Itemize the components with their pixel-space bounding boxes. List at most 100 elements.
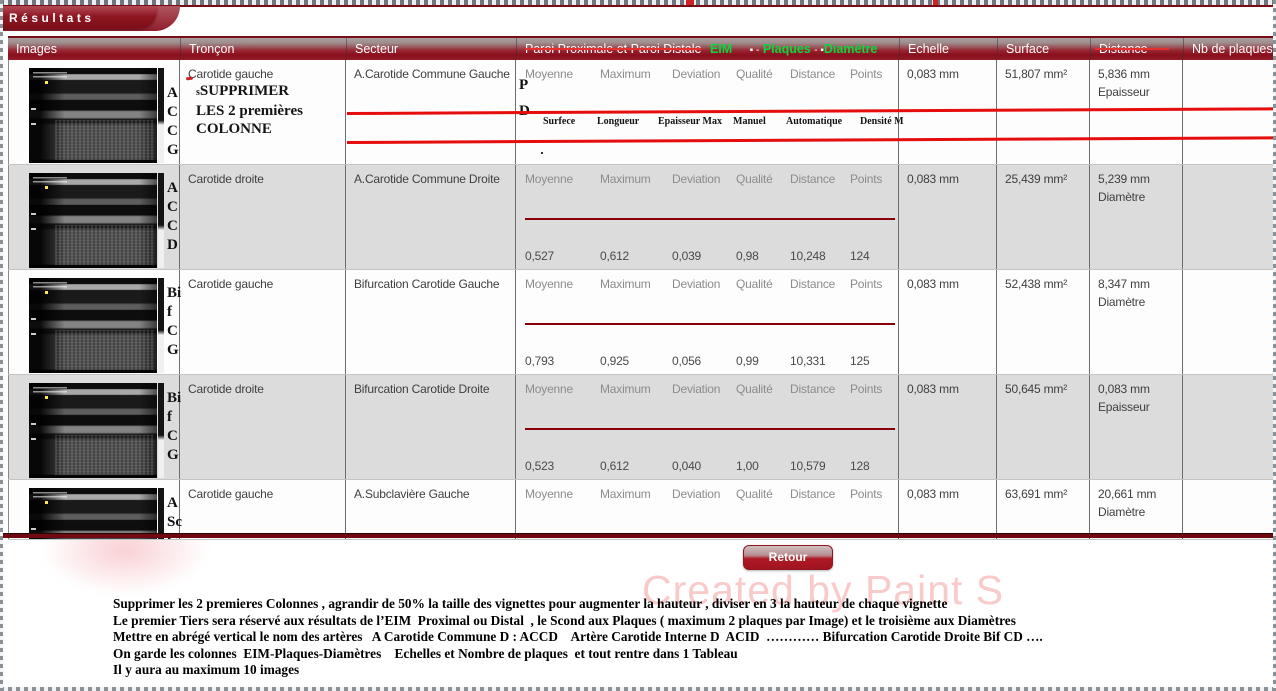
surface-cell: 63,691 mm² bbox=[997, 480, 1090, 539]
ultrasound-image[interactable] bbox=[29, 173, 157, 268]
thumbnail-scale-bar bbox=[158, 383, 164, 478]
distance-type: Diamètre bbox=[1098, 190, 1145, 204]
col-header-paroi: Paroi Proximale et Paroi Distale EIM ▪ -… bbox=[516, 38, 899, 60]
distance-value: 8,347 mm bbox=[1098, 277, 1150, 291]
nb-plaques-cell bbox=[1183, 165, 1274, 269]
secteur-value: A.Subclavière Gauche bbox=[354, 487, 469, 501]
measure-underline bbox=[525, 218, 895, 220]
surface-cell: 25,439 mm² bbox=[997, 165, 1090, 269]
surface-value: 52,438 mm² bbox=[1005, 277, 1067, 291]
note-line: Supprimer les 2 premieres Colonnes , agr… bbox=[113, 596, 1253, 613]
nb-plaques-cell bbox=[1183, 480, 1274, 539]
troncon-cell: Carotide gauche bbox=[180, 270, 346, 374]
nb-plaques-cell bbox=[1183, 60, 1274, 164]
plaque-subheader: Epaisseur Max bbox=[658, 116, 722, 127]
eim-measure-values: 0,5270,6120,0390,9810,248124 bbox=[516, 249, 899, 263]
thumbnail-marker-dot bbox=[45, 291, 48, 294]
retour-button[interactable]: Retour bbox=[743, 545, 833, 570]
troncon-cell: Carotide droite bbox=[180, 165, 346, 269]
secteur-cell: A.Carotide Commune Droite bbox=[346, 165, 516, 269]
thumbnail-tick bbox=[31, 333, 36, 335]
canvas-dashed-border-bottom bbox=[0, 687, 1276, 691]
distance-cell: 20,661 mmDiamètre bbox=[1090, 480, 1183, 539]
paint-canvas: { "colors": { "accent_maroon": "#8e1722"… bbox=[0, 0, 1276, 691]
thumbnail-tick bbox=[31, 438, 36, 440]
eim-measure-headers: MoyenneMaximumDeviationQualitéDistancePo… bbox=[516, 67, 899, 81]
supprimer-annotation: sSUPPRIMER LES 2 premières COLONNE bbox=[196, 82, 303, 138]
echelle-value: 0,083 mm bbox=[907, 277, 959, 291]
distance-strikethrough bbox=[1095, 48, 1169, 50]
thumbnail-tick bbox=[31, 123, 36, 125]
distance-type: Epaisseur bbox=[1098, 400, 1150, 414]
secteur-cell: Bifurcation Carotide Gauche bbox=[346, 270, 516, 374]
plaque-subheader: Surfece bbox=[543, 116, 575, 127]
images-cell: BifCG bbox=[8, 375, 180, 479]
separator-glyph: - ▪ bbox=[814, 45, 824, 56]
echelle-value: 0,083 mm bbox=[907, 487, 959, 501]
troncon-value: Carotide gauche bbox=[188, 277, 273, 291]
plaque-subheader: Automatique bbox=[786, 116, 842, 127]
paroi-p-d-letters: PD bbox=[519, 72, 530, 124]
thumbnail-overlay-text bbox=[33, 282, 67, 289]
diametre-label: Diamètre bbox=[824, 42, 878, 56]
images-cell: ACCD bbox=[8, 165, 180, 269]
surface-value: 51,807 mm² bbox=[1005, 67, 1067, 81]
table-row: AScG Carotide gauche A.Subclavière Gauch… bbox=[8, 480, 1274, 540]
red-paint-mark bbox=[933, 0, 938, 5]
secteur-value: A.Carotide Commune Droite bbox=[354, 172, 500, 186]
ultrasound-image[interactable] bbox=[29, 383, 157, 478]
stray-dot bbox=[541, 152, 543, 154]
surface-cell: 50,645 mm² bbox=[997, 375, 1090, 479]
nb-plaques-cell bbox=[1183, 270, 1274, 374]
thumbnail-overlay-text bbox=[33, 492, 67, 499]
plaque-subheader: Manuel bbox=[733, 116, 766, 127]
images-cell: AScG bbox=[8, 480, 180, 539]
canvas-dashed-border-left bbox=[0, 0, 3, 691]
tab-resultats[interactable]: Résultats bbox=[0, 6, 157, 29]
thumbnail-marker-dot bbox=[45, 81, 48, 84]
note-line: On garde les colonnes EIM-Plaques-Diamèt… bbox=[113, 646, 1253, 663]
eim-label: EIM bbox=[710, 42, 732, 56]
distance-type: Diamètre bbox=[1098, 295, 1145, 309]
echelle-value: 0,083 mm bbox=[907, 382, 959, 396]
troncon-cell: Carotide droite bbox=[180, 375, 346, 479]
ultrasound-image[interactable] bbox=[29, 68, 157, 163]
secteur-cell: Bifurcation Carotide Droite bbox=[346, 375, 516, 479]
thumbnail-scale-bar bbox=[158, 173, 164, 268]
thumbnail-tick bbox=[31, 213, 36, 215]
troncon-value: Carotide gauche bbox=[188, 487, 273, 501]
table-header-row: Images Tronçon Secteur Paroi Proximale e… bbox=[8, 36, 1274, 60]
eim-cell: MoyenneMaximumDeviationQualitéDistancePo… bbox=[516, 480, 899, 539]
col-header-surface: Surface bbox=[997, 38, 1090, 60]
troncon-value: Carotide droite bbox=[188, 172, 264, 186]
images-cell: BifCG bbox=[8, 270, 180, 374]
table-row: BifCG Carotide droite Bifurcation Caroti… bbox=[8, 375, 1274, 480]
thumbnail-tick bbox=[31, 108, 36, 110]
plaques-label: Plaques bbox=[763, 42, 811, 56]
eim-cell: MoyenneMaximumDeviationQualitéDistancePo… bbox=[516, 375, 899, 479]
eim-measure-headers: MoyenneMaximumDeviationQualitéDistancePo… bbox=[516, 382, 899, 396]
note-line: Mettre en abrégé vertical le nom des art… bbox=[113, 629, 1253, 646]
ultrasound-image[interactable] bbox=[29, 278, 157, 373]
thumbnail-marker-dot bbox=[45, 396, 48, 399]
surface-cell: 51,807 mm² bbox=[997, 60, 1090, 164]
eim-cell: MoyenneMaximumDeviationQualitéDistancePo… bbox=[516, 270, 899, 374]
eim-measure-values: 0,5230,6120,0401,0010,579128 bbox=[516, 459, 899, 473]
paroi-struck-label: Paroi Proximale et Paroi Distale bbox=[525, 42, 701, 56]
troncon-value: Carotide gauche bbox=[188, 67, 273, 81]
secteur-value: A.Carotide Commune Gauche bbox=[354, 67, 510, 81]
eim-measure-values: 0,7930,9250,0560,9910,331125 bbox=[516, 354, 899, 368]
surface-cell: 52,438 mm² bbox=[997, 270, 1090, 374]
col-header-nb-plaques: Nb de plaques bbox=[1183, 38, 1274, 60]
thumbnail-overlay-text bbox=[33, 387, 67, 394]
measure-underline bbox=[525, 428, 895, 430]
images-cell: ACCG bbox=[8, 60, 180, 164]
thumbnail-scale-bar bbox=[158, 278, 164, 373]
eim-measure-headers: MoyenneMaximumDeviationQualitéDistancePo… bbox=[516, 172, 899, 186]
eim-measure-headers: MoyenneMaximumDeviationQualitéDistancePo… bbox=[516, 487, 899, 501]
secteur-value: Bifurcation Carotide Droite bbox=[354, 382, 489, 396]
echelle-cell: 0,083 mm bbox=[899, 165, 997, 269]
col-header-distance: Distance bbox=[1090, 38, 1183, 60]
tab-resultats-label: Résultats bbox=[0, 6, 157, 25]
nb-plaques-cell bbox=[1183, 375, 1274, 479]
